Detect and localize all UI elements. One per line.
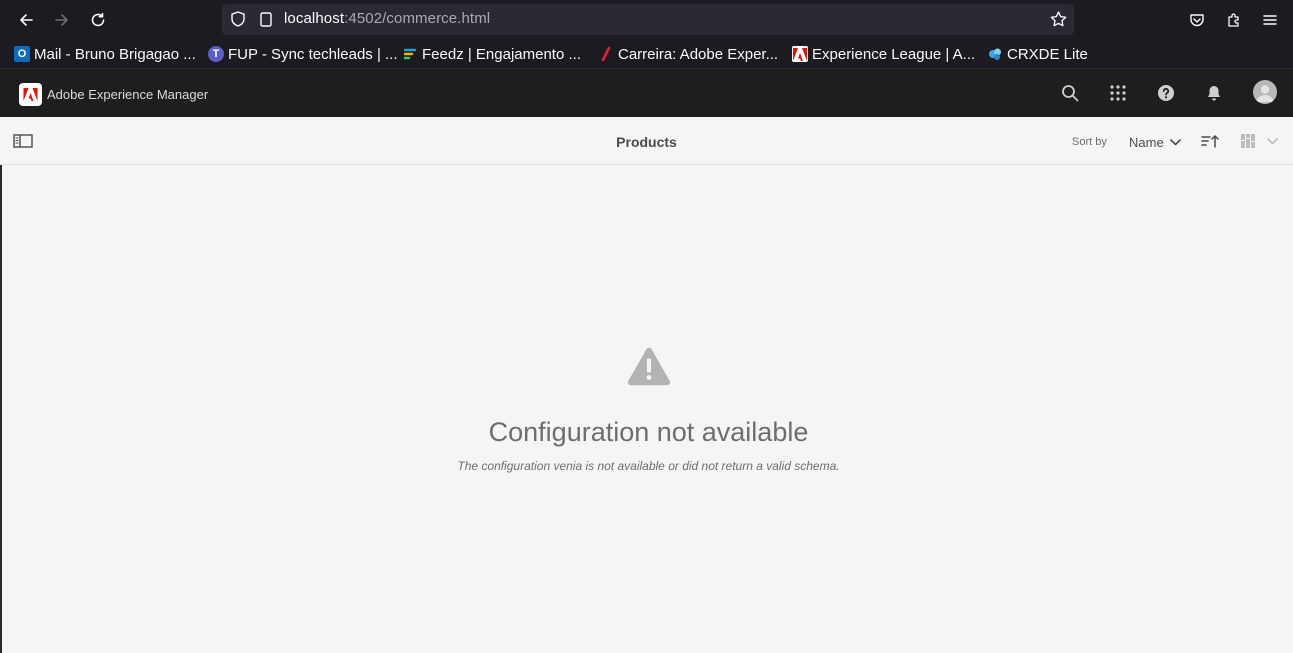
url-path: :4502/commerce.html bbox=[344, 10, 491, 27]
sort-select[interactable]: Name bbox=[1122, 131, 1181, 153]
bell-icon bbox=[1208, 86, 1220, 101]
adobe-logo-icon[interactable] bbox=[19, 83, 42, 106]
url-bar[interactable]: localhost:4502/commerce.html bbox=[222, 4, 1074, 35]
bookmark-label: Carreira: Adobe Exper... bbox=[618, 45, 779, 63]
bookmark-star-icon[interactable] bbox=[1049, 10, 1068, 34]
bookmark-label: Feedz | Engajamento ... bbox=[422, 45, 581, 63]
slash-icon bbox=[598, 46, 614, 62]
reload-icon bbox=[91, 12, 105, 27]
sort-direction-button[interactable] bbox=[1200, 132, 1220, 150]
browser-toolbar: localhost:4502/commerce.html bbox=[0, 0, 1293, 40]
empty-state-description: The configuration venia is not available… bbox=[457, 459, 840, 473]
bookmark-mail[interactable]: O Mail - Bruno Brigagao ... bbox=[14, 44, 196, 64]
help-icon bbox=[1158, 85, 1174, 101]
empty-state-title: Configuration not available bbox=[488, 417, 809, 447]
outlook-icon: O bbox=[14, 46, 30, 62]
adobe-icon bbox=[792, 46, 808, 62]
bookmark-fup[interactable]: T FUP - Sync techleads | ... bbox=[208, 44, 398, 64]
action-bar: Products Sort by Name bbox=[0, 117, 1293, 165]
sort-value: Name bbox=[1129, 134, 1164, 150]
chevron-down-icon bbox=[1169, 138, 1181, 145]
sort-label: Sort by bbox=[1072, 136, 1107, 148]
bookmark-carreira[interactable]: Carreira: Adobe Exper... bbox=[598, 44, 778, 64]
puzzle-icon bbox=[1228, 13, 1239, 27]
search-button[interactable] bbox=[1059, 82, 1081, 104]
page-info-icon[interactable] bbox=[258, 11, 274, 33]
bookmark-feedz[interactable]: Feedz | Engajamento ... bbox=[402, 44, 581, 64]
sort-ascending-icon bbox=[1201, 135, 1219, 148]
apps-grid-icon bbox=[1110, 85, 1126, 101]
menu-button[interactable] bbox=[1259, 9, 1281, 31]
bookmark-label: Mail - Bruno Brigagao ... bbox=[34, 45, 196, 63]
bookmark-label: CRXDE Lite bbox=[1007, 45, 1088, 63]
url-text[interactable]: localhost:4502/commerce.html bbox=[284, 10, 490, 27]
url-host: localhost bbox=[284, 10, 345, 27]
bookmarks-bar: O Mail - Bruno Brigagao ... T FUP - Sync… bbox=[0, 40, 1293, 68]
search-icon bbox=[1062, 85, 1079, 102]
card-view-icon bbox=[1241, 134, 1255, 148]
product-title[interactable]: Adobe Experience Manager bbox=[47, 87, 208, 102]
alert-icon bbox=[627, 347, 671, 386]
bookmark-crxde[interactable]: CRXDE Lite bbox=[987, 44, 1088, 64]
shield-icon[interactable] bbox=[229, 10, 247, 33]
chevron-down-icon bbox=[1267, 137, 1278, 144]
aem-shell-header: Adobe Experience Manager bbox=[0, 68, 1293, 117]
feedz-icon bbox=[402, 46, 418, 62]
crxde-icon bbox=[987, 46, 1003, 62]
notifications-button[interactable] bbox=[1203, 82, 1225, 104]
empty-state: Configuration not available The configur… bbox=[2, 165, 1293, 653]
reload-button[interactable] bbox=[86, 8, 110, 32]
extensions-button[interactable] bbox=[1223, 9, 1245, 31]
solutions-button[interactable] bbox=[1107, 82, 1129, 104]
arrow-right-icon bbox=[55, 14, 68, 26]
bookmark-label: Experience League | A... bbox=[812, 45, 976, 63]
teams-icon: T bbox=[208, 46, 224, 62]
forward-button[interactable] bbox=[50, 8, 74, 32]
user-avatar[interactable] bbox=[1253, 80, 1277, 104]
hamburger-icon bbox=[1263, 15, 1277, 25]
arrow-left-icon bbox=[20, 14, 33, 26]
content-area: Configuration not available The configur… bbox=[2, 165, 1293, 653]
bookmark-experience-league[interactable]: Experience League | A... bbox=[792, 44, 975, 64]
bookmark-label: FUP - Sync techleads | ... bbox=[228, 45, 398, 63]
view-switcher[interactable] bbox=[1240, 131, 1284, 151]
user-icon bbox=[1256, 85, 1274, 102]
help-button[interactable] bbox=[1155, 82, 1177, 104]
pocket-button[interactable] bbox=[1186, 9, 1208, 31]
back-button[interactable] bbox=[14, 8, 38, 32]
pocket-icon bbox=[1190, 14, 1204, 27]
